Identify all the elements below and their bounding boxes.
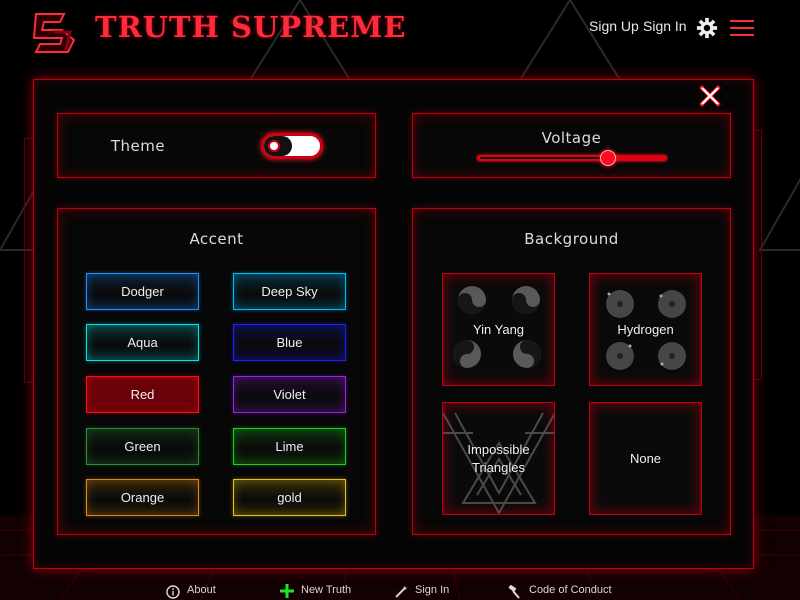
- accent-option-lime[interactable]: Lime: [233, 428, 346, 465]
- accent-option-blue[interactable]: Blue: [233, 324, 346, 361]
- gavel-icon[interactable]: [507, 585, 521, 599]
- toggle-knob: [268, 140, 280, 152]
- background-option-label: None: [629, 451, 662, 466]
- slider-unfilled: [480, 157, 601, 159]
- theme-toggle[interactable]: [261, 133, 323, 159]
- background-option-impossible-triangles[interactable]: Impossible Triangles: [442, 402, 555, 515]
- footer-sign-in-link[interactable]: Sign In: [415, 584, 449, 596]
- voltage-slider[interactable]: [477, 150, 667, 166]
- accent-card: Accent Dodger Deep Sky Aqua Blue Red Violet Gr…: [57, 208, 376, 535]
- accent-option-orange[interactable]: Orange: [86, 479, 199, 516]
- sign-up-link[interactable]: Sign Up: [589, 18, 639, 34]
- accent-option-deep-sky[interactable]: Deep Sky: [233, 273, 346, 310]
- code-of-conduct-link[interactable]: Code of Conduct: [529, 584, 612, 596]
- label-line: Impossible: [467, 442, 530, 457]
- background-card: Background Yin Yang Hydrogen Impossible …: [412, 208, 731, 535]
- brand-name[interactable]: TRUTH SUPREME: [95, 10, 407, 44]
- background-option-yin-yang[interactable]: Yin Yang: [442, 273, 555, 386]
- hamburger-line: [730, 34, 754, 36]
- truth-supreme-logo[interactable]: [30, 10, 80, 54]
- accent-option-red[interactable]: Red: [86, 376, 199, 413]
- slider-thumb[interactable]: [600, 150, 616, 166]
- theme-card: Theme: [57, 113, 376, 178]
- accent-option-violet[interactable]: Violet: [233, 376, 346, 413]
- background-option-hydrogen[interactable]: Hydrogen: [589, 273, 702, 386]
- voltage-card: Voltage: [412, 113, 731, 178]
- new-truth-link[interactable]: New Truth: [301, 584, 351, 596]
- sign-in-link[interactable]: Sign In: [643, 18, 687, 34]
- accent-title: Accent: [189, 230, 244, 248]
- info-icon[interactable]: [166, 585, 180, 599]
- top-nav: TRUTH SUPREME Sign Up Sign In: [0, 0, 800, 60]
- settings-modal: Theme Voltage Accent Dodger Deep Sky Aqua B…: [33, 79, 754, 569]
- background-option-label: Hydrogen: [617, 322, 674, 337]
- about-link[interactable]: About: [187, 584, 216, 596]
- voltage-label: Voltage: [541, 129, 602, 147]
- background-option-label: Impossible Triangles: [443, 441, 554, 477]
- accent-option-green[interactable]: Green: [86, 428, 199, 465]
- background-option-none[interactable]: None: [589, 402, 702, 515]
- label-line: Triangles: [472, 460, 525, 475]
- background-option-label: Yin Yang: [472, 322, 525, 337]
- background-title: Background: [524, 230, 619, 248]
- pen-icon[interactable]: [394, 585, 408, 599]
- accent-option-dodger[interactable]: Dodger: [86, 273, 199, 310]
- hamburger-line: [730, 27, 754, 29]
- accent-option-gold[interactable]: gold: [233, 479, 346, 516]
- close-icon[interactable]: [698, 84, 722, 108]
- hamburger-icon[interactable]: [730, 20, 754, 38]
- accent-option-aqua[interactable]: Aqua: [86, 324, 199, 361]
- gear-icon[interactable]: [696, 17, 718, 39]
- hamburger-line: [730, 20, 754, 22]
- plus-icon[interactable]: [279, 583, 295, 599]
